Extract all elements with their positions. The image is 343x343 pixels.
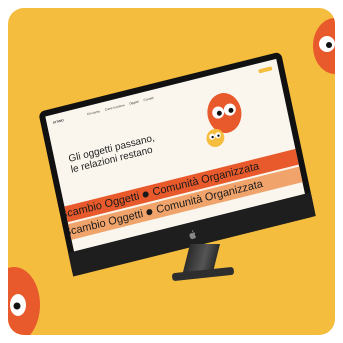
nav-link[interactable]: Chi siamo xyxy=(87,109,101,116)
imac-device: ATTIMO Chi siamo Come funziona Oggetti C… xyxy=(38,51,322,282)
nav-link[interactable]: Oggetti xyxy=(129,99,139,105)
site-logo[interactable]: ATTIMO xyxy=(52,118,64,125)
monitor: ATTIMO Chi siamo Come funziona Oggetti C… xyxy=(38,51,316,277)
nav-link[interactable]: Contatti xyxy=(143,96,154,102)
mascot-icon xyxy=(195,87,251,151)
poster-card: ATTIMO Chi siamo Come funziona Oggetti C… xyxy=(8,8,335,335)
nav-link[interactable]: Come funziona xyxy=(104,103,124,112)
mascot-eyes-icon xyxy=(8,261,44,335)
nav-cta-button[interactable] xyxy=(258,66,273,74)
mascot-eyes-icon xyxy=(305,16,335,76)
monitor-foot xyxy=(171,266,235,282)
apple-logo-icon xyxy=(189,229,196,239)
hero-headline: Gli oggetti passano, le relazioni restan… xyxy=(67,132,156,176)
bullet-icon xyxy=(146,208,154,216)
bullet-icon xyxy=(142,190,150,199)
